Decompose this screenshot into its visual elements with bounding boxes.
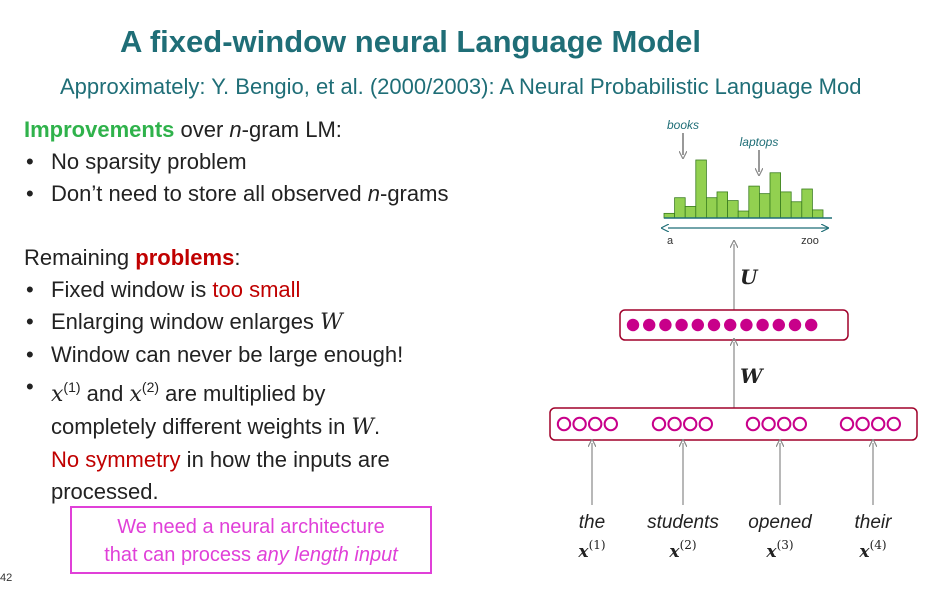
input-unit	[651, 416, 667, 432]
hidden-unit	[675, 318, 688, 332]
input-unit	[603, 416, 618, 432]
histogram-bar	[790, 201, 803, 219]
input-unit	[745, 416, 761, 432]
histogram-bar	[812, 209, 824, 219]
input-vector-label: x(4)	[828, 538, 918, 562]
hidden-unit	[707, 318, 721, 332]
histogram-bar	[769, 172, 782, 219]
hidden-unit	[740, 318, 753, 332]
input-word: opened	[748, 512, 812, 533]
input-vector-symbol: x	[859, 542, 870, 562]
weight-w-label: W	[740, 364, 765, 388]
input-vector-symbol: x	[766, 542, 777, 562]
books-label: books	[667, 118, 699, 132]
input-vector-label: x(3)	[735, 538, 825, 562]
input-vector-symbol: x	[578, 542, 589, 562]
input-word: students	[647, 512, 719, 533]
input-unit	[556, 416, 572, 432]
histogram-bar	[759, 193, 771, 219]
neural-lm-diagram: a zoo books laptops U W	[549, 118, 918, 505]
input-unit	[871, 416, 886, 432]
input-unit	[792, 416, 807, 432]
histogram-bar	[780, 191, 792, 219]
histogram-bar	[727, 200, 739, 219]
hidden-unit	[659, 318, 672, 332]
hidden-unit	[691, 318, 704, 332]
vocab-end-label: zoo	[801, 235, 819, 247]
input-unit	[698, 416, 713, 432]
hidden-unit	[626, 318, 640, 332]
input-unit	[855, 416, 870, 432]
input-unit	[777, 416, 792, 432]
hidden-unit	[772, 318, 785, 332]
input-word: the	[578, 512, 606, 533]
input-vector-label: x(2)	[638, 538, 728, 562]
histogram-bar	[748, 185, 760, 219]
input-unit	[667, 416, 682, 432]
input-unit	[683, 416, 698, 432]
hidden-unit	[756, 318, 769, 332]
vocab-start-label: a	[667, 235, 674, 247]
input-unit	[886, 416, 901, 432]
histogram-bar	[695, 159, 707, 219]
histogram-bar	[674, 197, 686, 219]
histogram-bar	[801, 188, 813, 219]
histogram-bar	[706, 197, 718, 219]
input-arrows	[592, 443, 873, 505]
histogram-bar	[716, 191, 729, 219]
histogram-bar	[684, 205, 697, 219]
hidden-unit	[788, 318, 802, 332]
input-vector-index: (1)	[588, 538, 606, 552]
input-vector-label: x(1)	[547, 538, 637, 562]
hidden-unit	[805, 318, 818, 332]
laptops-label: laptops	[740, 135, 779, 149]
input-unit	[761, 416, 776, 432]
hidden-unit	[643, 318, 656, 332]
input-word: their	[854, 512, 892, 533]
input-vector-index: (3)	[776, 538, 794, 552]
input-vector-index: (4)	[869, 538, 887, 552]
input-unit	[588, 416, 603, 432]
histogram-bar	[737, 210, 750, 219]
input-unit	[572, 416, 587, 432]
output-distribution-histogram	[663, 159, 824, 219]
input-unit	[839, 416, 855, 432]
input-vector-index: (2)	[679, 538, 697, 552]
input-vector-symbol: x	[669, 542, 680, 562]
weight-u-label: U	[740, 265, 759, 289]
hidden-unit	[724, 318, 737, 332]
